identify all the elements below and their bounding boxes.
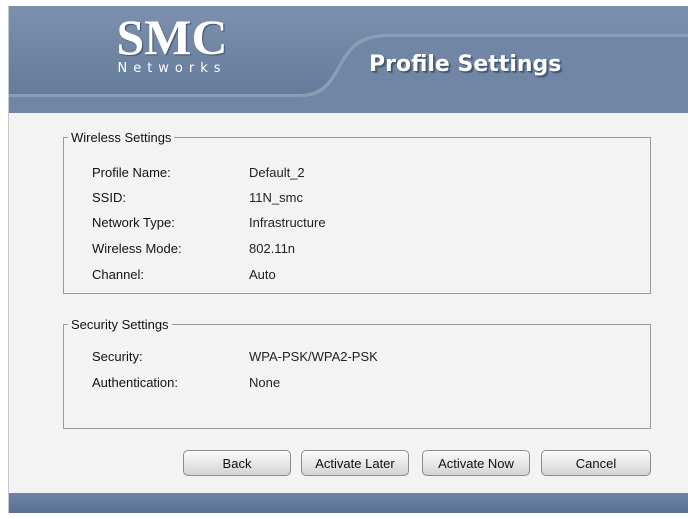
ssid-label: SSID: bbox=[92, 190, 126, 205]
wireless-settings-legend: Wireless Settings bbox=[71, 130, 172, 145]
security-label: Security: bbox=[92, 349, 143, 364]
channel-value: Auto bbox=[249, 267, 276, 282]
network-type-value: Infrastructure bbox=[249, 215, 326, 230]
wireless-mode-value: 802.11n bbox=[249, 241, 296, 256]
ssid-value: 11N_smc bbox=[249, 190, 303, 205]
channel-label: Channel: bbox=[92, 267, 145, 282]
security-value: WPA-PSK/WPA2-PSK bbox=[249, 349, 378, 364]
smc-logo: SMC Networks bbox=[97, 12, 247, 76]
authentication-label: Authentication: bbox=[92, 375, 179, 390]
logo-subtext: Networks bbox=[117, 61, 227, 76]
profile-name-label: Profile Name: bbox=[92, 165, 171, 180]
authentication-value: None bbox=[249, 375, 281, 390]
security-settings-group: Security Settings bbox=[63, 317, 651, 429]
wireless-mode-label: Wireless Mode: bbox=[92, 241, 182, 256]
logo-text: SMC bbox=[116, 9, 228, 65]
header-banner: SMC Networks Profile Settings bbox=[9, 6, 688, 113]
network-type-label: Network Type: bbox=[92, 215, 175, 230]
cancel-button[interactable]: Cancel bbox=[541, 450, 651, 476]
back-button[interactable]: Back bbox=[183, 450, 291, 476]
security-settings-legend: Security Settings bbox=[71, 317, 169, 332]
profile-settings-window: SMC Networks Profile Settings Wireless S… bbox=[8, 6, 688, 513]
profile-name-value: Default_2 bbox=[249, 165, 305, 180]
wireless-settings-group: Wireless Settings bbox=[63, 130, 651, 294]
activate-now-button[interactable]: Activate Now bbox=[422, 450, 530, 476]
page-title: Profile Settings bbox=[369, 52, 562, 77]
main-content: Wireless Settings Profile Name: Default_… bbox=[9, 113, 688, 493]
activate-later-button[interactable]: Activate Later bbox=[301, 450, 409, 476]
footer-bar bbox=[9, 493, 688, 513]
